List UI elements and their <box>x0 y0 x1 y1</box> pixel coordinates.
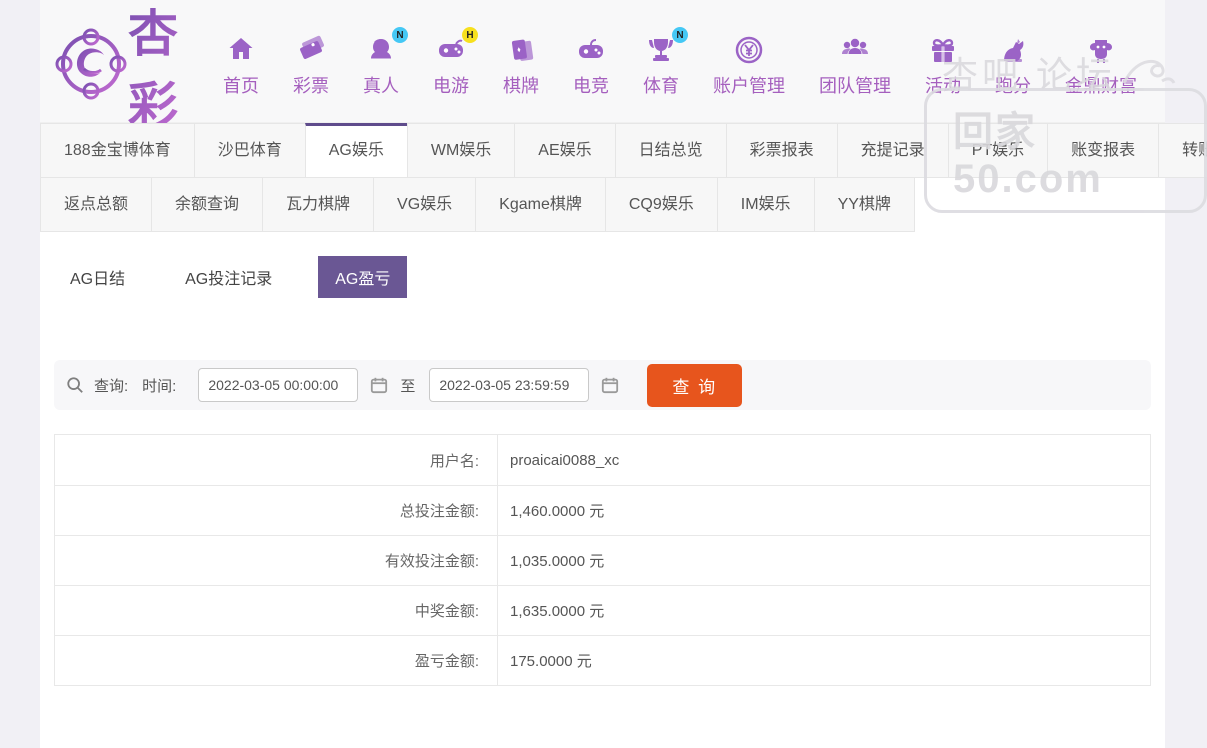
tab-AG娱乐[interactable]: AG娱乐 <box>305 123 408 178</box>
trophy-icon: N <box>644 34 678 66</box>
row-value: 1,035.0000 元 <box>497 536 1150 585</box>
tab-CQ9娱乐[interactable]: CQ9娱乐 <box>605 177 718 232</box>
tab-Kgame棋牌[interactable]: Kgame棋牌 <box>475 177 606 232</box>
nav-item-团队管理[interactable]: 团队管理 <box>802 34 908 98</box>
nav-badge-H: H <box>462 27 478 43</box>
search-icon <box>66 376 84 394</box>
cards-icon <box>504 34 538 66</box>
nav-item-真人[interactable]: N 真人 <box>346 34 416 98</box>
tab-WM娱乐[interactable]: WM娱乐 <box>407 123 515 178</box>
subtab-AG日结[interactable]: AG日结 <box>56 256 139 298</box>
row-value: 175.0000 元 <box>497 636 1150 685</box>
tab-充提记录[interactable]: 充提记录 <box>837 123 949 178</box>
nav-item-label: 账户管理 <box>713 72 785 98</box>
row-label: 有效投注金额: <box>55 536 497 585</box>
team-icon <box>838 34 872 66</box>
content-area: AG日结 AG投注记录 AG盈亏 查询: 时间: 至 <box>40 256 1165 686</box>
brand-flower-icon <box>54 27 128 106</box>
tab-日结总览[interactable]: 日结总览 <box>615 123 727 178</box>
row-label: 总投注金额: <box>55 486 497 535</box>
nav-item-金鼎财富[interactable]: 金鼎财富 <box>1048 34 1154 98</box>
paofen-horse-icon <box>996 34 1030 66</box>
top-header: 杏彩 首页彩票N真人H电游棋牌电竞N体育账户管理团队管理活动跑分金鼎财富 <box>40 0 1165 123</box>
subtab-AG盈亏[interactable]: AG盈亏 <box>318 256 407 298</box>
nav-item-label: 首页 <box>223 72 259 98</box>
tab-瓦力棋牌[interactable]: 瓦力棋牌 <box>262 177 374 232</box>
tab-彩票报表[interactable]: 彩票报表 <box>726 123 838 178</box>
profit-report-table: 用户名:proaicai0088_xc总投注金额:1,460.0000 元有效投… <box>54 434 1151 686</box>
table-row: 盈亏金额:175.0000 元 <box>55 635 1150 685</box>
brand[interactable]: 杏彩 <box>54 0 180 138</box>
home-icon <box>224 34 258 66</box>
main-page: 杏彩 首页 彩票 N 真人 H 电游 棋牌 电竞 N 体育 账户管理 团队管理 活动 跑分 金鼎财富 188… <box>40 0 1165 748</box>
row-value: proaicai0088_xc <box>497 435 1150 485</box>
gift-icon <box>926 34 960 66</box>
nav-item-首页[interactable]: 首页 <box>206 34 276 98</box>
nav-item-label: 活动 <box>925 72 961 98</box>
nav-item-label: 电竞 <box>573 72 609 98</box>
calendar-icon[interactable] <box>601 376 619 394</box>
nav-item-label: 跑分 <box>995 72 1031 98</box>
tab-YY棋牌[interactable]: YY棋牌 <box>814 177 915 232</box>
tab-IM娱乐[interactable]: IM娱乐 <box>717 177 815 232</box>
to-label: 至 <box>400 375 415 396</box>
brand-logo-text: 杏彩 <box>128 0 180 138</box>
nav-item-体育[interactable]: N 体育 <box>626 34 696 98</box>
nav-item-label: 电游 <box>433 72 469 98</box>
table-row: 总投注金额:1,460.0000 元 <box>55 485 1150 535</box>
account-coin-icon <box>732 34 766 66</box>
nav-item-电竞[interactable]: 电竞 <box>556 34 626 98</box>
row-label: 盈亏金额: <box>55 636 497 685</box>
table-row: 中奖金额:1,635.0000 元 <box>55 585 1150 635</box>
start-time-input[interactable] <box>198 368 358 402</box>
nav-badge-N: N <box>392 27 408 43</box>
esports-gamepad-icon <box>574 34 608 66</box>
report-tabs-row1: 188金宝博体育沙巴体育AG娱乐WM娱乐AE娱乐日结总览彩票报表充提记录PT娱乐… <box>40 123 1165 178</box>
nav-item-账户管理[interactable]: 账户管理 <box>696 34 802 98</box>
tab-返点总额[interactable]: 返点总额 <box>40 177 152 232</box>
tab-沙巴体育[interactable]: 沙巴体育 <box>194 123 306 178</box>
end-time-input[interactable] <box>429 368 589 402</box>
nav-item-label: 彩票 <box>293 72 329 98</box>
time-label: 时间: <box>142 375 176 396</box>
nav-item-label: 真人 <box>363 72 399 98</box>
table-row: 有效投注金额:1,035.0000 元 <box>55 535 1150 585</box>
tab-PT娱乐[interactable]: PT娱乐 <box>948 123 1048 178</box>
tab-VG娱乐[interactable]: VG娱乐 <box>373 177 476 232</box>
nav-item-棋牌[interactable]: 棋牌 <box>486 34 556 98</box>
nav-item-活动[interactable]: 活动 <box>908 34 978 98</box>
row-value: 1,460.0000 元 <box>497 486 1150 535</box>
ag-subtabs: AG日结 AG投注记录 AG盈亏 <box>56 256 1151 298</box>
live-person-icon: N <box>364 34 398 66</box>
tab-转账报表[interactable]: 转账报表 <box>1158 123 1207 178</box>
tab-余额查询[interactable]: 余额查询 <box>151 177 263 232</box>
nav-item-label: 体育 <box>643 72 679 98</box>
query-toolbar: 查询: 时间: 至 查 询 <box>54 360 1151 410</box>
nav-item-跑分[interactable]: 跑分 <box>978 34 1048 98</box>
wealth-ding-icon <box>1084 34 1118 66</box>
nav-item-彩票[interactable]: 彩票 <box>276 34 346 98</box>
nav-item-电游[interactable]: H 电游 <box>416 34 486 98</box>
nav-badge-N: N <box>672 27 688 43</box>
query-button[interactable]: 查 询 <box>647 364 742 407</box>
main-nav: 首页 彩票 N 真人 H 电游 棋牌 电竞 N 体育 账户管理 团队管理 活动 跑分 金鼎财富 <box>206 34 1154 98</box>
tab-账变报表[interactable]: 账变报表 <box>1047 123 1159 178</box>
gamepad-icon: H <box>434 34 468 66</box>
nav-item-label: 团队管理 <box>819 72 891 98</box>
nav-item-label: 金鼎财富 <box>1065 72 1137 98</box>
tab-188金宝博体育[interactable]: 188金宝博体育 <box>40 123 195 178</box>
row-label: 用户名: <box>55 435 497 485</box>
table-row: 用户名:proaicai0088_xc <box>55 435 1150 485</box>
calendar-icon[interactable] <box>370 376 388 394</box>
subtab-AG投注记录[interactable]: AG投注记录 <box>171 256 286 298</box>
row-value: 1,635.0000 元 <box>497 586 1150 635</box>
row-label: 中奖金额: <box>55 586 497 635</box>
lottery-ticket-icon <box>294 34 328 66</box>
report-tabs-row2: 返点总额余额查询瓦力棋牌VG娱乐Kgame棋牌CQ9娱乐IM娱乐YY棋牌 <box>40 178 1165 232</box>
nav-item-label: 棋牌 <box>503 72 539 98</box>
query-label: 查询: <box>94 375 128 396</box>
tab-AE娱乐[interactable]: AE娱乐 <box>514 123 615 178</box>
